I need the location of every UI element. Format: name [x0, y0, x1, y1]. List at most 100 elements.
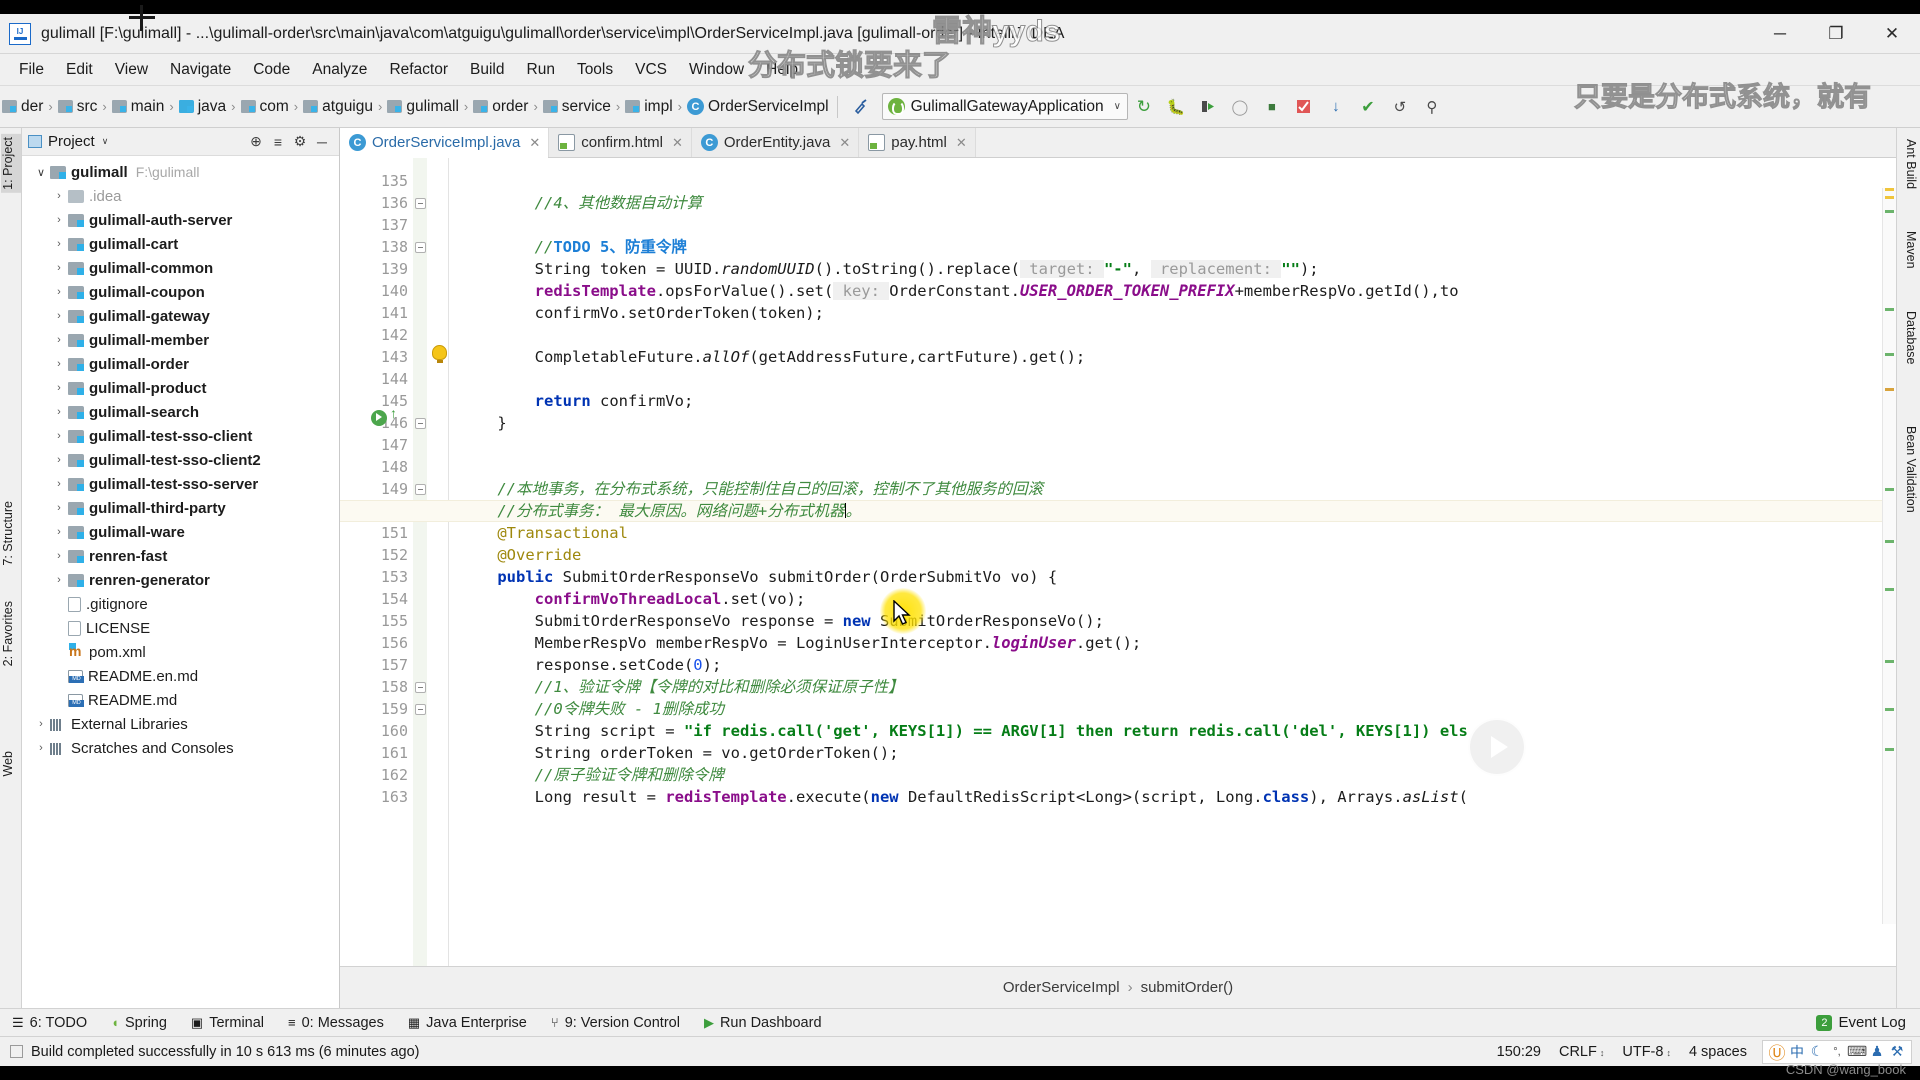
chevron-right-icon[interactable]: ›	[50, 238, 68, 250]
commit-icon[interactable]: ✔	[1355, 94, 1381, 120]
code-line[interactable]: String orderToken = vo.getOrderToken();	[460, 742, 899, 764]
menu-item-run[interactable]: Run	[516, 58, 566, 82]
tree-item[interactable]: › Scratches and Consoles	[22, 736, 339, 760]
tree-item[interactable]: › gulimall-order	[22, 352, 339, 376]
code-line[interactable]: //1、验证令牌【令牌的对比和删除必须保证原子性】	[460, 676, 904, 698]
tree-item[interactable]: README.md	[22, 688, 339, 712]
code-line[interactable]: return confirmVo;	[460, 390, 694, 412]
editor-tab-pay-html[interactable]: pay.html ✕	[859, 128, 976, 157]
update-project-icon[interactable]: ↓	[1323, 94, 1349, 120]
override-marker-icon[interactable]: ↑	[390, 405, 397, 421]
chevron-right-icon[interactable]: ›	[50, 430, 68, 442]
sidebar-item-favorites[interactable]: 2: Favorites	[1, 598, 21, 669]
breadcrumb-item-atguigu[interactable]: atguigu	[303, 98, 373, 116]
tool-window-terminal[interactable]: ▣ Terminal	[179, 1015, 276, 1031]
chevron-right-icon[interactable]: ›	[50, 358, 68, 370]
menu-item-navigate[interactable]: Navigate	[159, 58, 242, 82]
breadcrumb-item-der[interactable]: der	[2, 98, 43, 116]
menu-item-vcs[interactable]: VCS	[624, 58, 678, 82]
minimize-button[interactable]: ─	[1752, 14, 1808, 53]
collapse-all-icon[interactable]: ≡	[267, 131, 289, 153]
run-gutter-icon[interactable]	[371, 410, 387, 426]
sidebar-item-database[interactable]: Database	[1898, 308, 1918, 368]
chevron-right-icon[interactable]: ›	[32, 718, 50, 730]
chevron-right-icon[interactable]: ›	[50, 550, 68, 562]
code-line[interactable]: confirmVo.setOrderToken(token);	[460, 302, 824, 324]
debug-icon[interactable]: 🐛	[1163, 94, 1189, 120]
chevron-right-icon[interactable]: ›	[50, 574, 68, 586]
tree-item[interactable]: › gulimall-auth-server	[22, 208, 339, 232]
tree-item[interactable]: › gulimall-common	[22, 256, 339, 280]
chevron-down-icon[interactable]: ∨	[102, 136, 109, 147]
chevron-right-icon[interactable]: ›	[50, 334, 68, 346]
breadcrumb-item-service[interactable]: service	[542, 98, 611, 116]
chevron-right-icon[interactable]: ›	[50, 214, 68, 226]
close-tab-icon[interactable]: ✕	[839, 135, 850, 151]
tree-item[interactable]: › gulimall-search	[22, 400, 339, 424]
indent-setting[interactable]: 4 spaces	[1680, 1044, 1756, 1060]
line-separator[interactable]: CRLF ↕	[1550, 1044, 1613, 1060]
tree-item[interactable]: › gulimall-member	[22, 328, 339, 352]
sidebar-item-bean-validation[interactable]: Bean Validation	[1898, 423, 1918, 516]
tree-item[interactable]: › renren-generator	[22, 568, 339, 592]
code-editor[interactable]: 135 136 137 138 139 140 141 142 143 144 145 146 147 1…	[340, 158, 1896, 966]
tree-item[interactable]: › .idea	[22, 184, 339, 208]
chevron-right-icon[interactable]: ›	[32, 742, 50, 754]
breadcrumb-method[interactable]: submitOrder()	[1141, 979, 1234, 996]
run-configuration-selector[interactable]: GulimallGatewayApplication ∨	[881, 93, 1128, 120]
code-line[interactable]: //原子验证令牌和删除令牌	[460, 764, 724, 786]
code-line[interactable]: //4、其他数据自动计算	[460, 192, 703, 214]
menu-item-view[interactable]: View	[104, 58, 159, 82]
locate-icon[interactable]: ⊕	[245, 131, 267, 153]
history-icon[interactable]: ↺	[1387, 94, 1413, 120]
chevron-right-icon[interactable]: ›	[50, 382, 68, 394]
chevron-right-icon[interactable]: ›	[50, 310, 68, 322]
tree-item[interactable]: › gulimall-cart	[22, 232, 339, 256]
tree-item[interactable]: pom.xml	[22, 640, 339, 664]
tool-window-messages[interactable]: ≡ 0: Messages	[276, 1015, 396, 1031]
code-line[interactable]: response.setCode(0);	[460, 654, 722, 676]
ime-toolbar[interactable]: Ⓤ 中 ☾ °, ⌨ ♟ ⚒	[1762, 1039, 1912, 1064]
code-content[interactable]: //4、其他数据自动计算 //TODO 5、防重令牌 String token …	[460, 158, 1896, 966]
code-line[interactable]: @Override	[460, 544, 581, 566]
stop-icon[interactable]: ■	[1259, 94, 1285, 120]
breadcrumb-item-src[interactable]: src	[57, 98, 97, 116]
event-log-button[interactable]: 2 Event Log	[1816, 1014, 1920, 1031]
tool-window-version-control[interactable]: ⑂ 9: Version Control	[539, 1015, 692, 1031]
code-line[interactable]: String token = UUID.randomUUID().toStrin…	[460, 258, 1319, 280]
breadcrumb-item-impl[interactable]: impl	[625, 98, 673, 116]
editor-tab-orderentity-java[interactable]: C OrderEntity.java ✕	[691, 128, 860, 157]
sidebar-item-maven[interactable]: Maven	[1898, 228, 1918, 272]
tree-item[interactable]: › gulimall-coupon	[22, 280, 339, 304]
chevron-right-icon[interactable]: ›	[50, 526, 68, 538]
menu-item-edit[interactable]: Edit	[55, 58, 104, 82]
fold-toggle-icon[interactable]	[415, 418, 426, 429]
breadcrumb-item-order[interactable]: order	[473, 98, 528, 116]
settings-icon[interactable]: ⚙	[289, 131, 311, 153]
sidebar-item-web[interactable]: Web	[1, 748, 21, 779]
intention-bulb-icon[interactable]	[432, 345, 447, 363]
code-line[interactable]: //TODO 5、防重令牌	[460, 236, 687, 258]
sogou-ime-icon[interactable]: Ⓤ	[1767, 1039, 1787, 1064]
fold-toggle-icon[interactable]	[415, 242, 426, 253]
tree-item[interactable]: README.en.md	[22, 664, 339, 688]
menu-item-build[interactable]: Build	[459, 58, 515, 82]
fold-toggle-icon[interactable]	[415, 704, 426, 715]
sidebar-item-project[interactable]: 1: Project	[1, 134, 21, 193]
code-line[interactable]: CompletableFuture.allOf(getAddressFuture…	[460, 346, 1086, 368]
code-line[interactable]: Long result = redisTemplate.execute(new …	[460, 786, 1468, 808]
code-line[interactable]: }	[460, 412, 506, 434]
chevron-right-icon[interactable]: ›	[50, 502, 68, 514]
code-line[interactable]: confirmVoThreadLocal.set(vo);	[460, 588, 806, 610]
tree-item[interactable]: ∨ gulimall F:\gulimall	[22, 160, 339, 184]
editor-marker-strip[interactable]	[1882, 188, 1896, 924]
profiler-icon[interactable]: ◯	[1227, 94, 1253, 120]
sidebar-item-structure[interactable]: 7: Structure	[1, 498, 21, 569]
menu-item-help[interactable]: Help	[755, 58, 809, 82]
moon-icon[interactable]: ☾	[1807, 1043, 1827, 1060]
code-line[interactable]: MemberRespVo memberRespVo = LoginUserInt…	[460, 632, 1142, 654]
breadcrumb-item-orderserviceimpl[interactable]: C OrderServiceImpl	[687, 98, 829, 116]
maximize-button[interactable]: ❐	[1808, 14, 1864, 53]
fold-toggle-icon[interactable]	[415, 198, 426, 209]
breadcrumb-item-main[interactable]: main	[111, 98, 164, 116]
